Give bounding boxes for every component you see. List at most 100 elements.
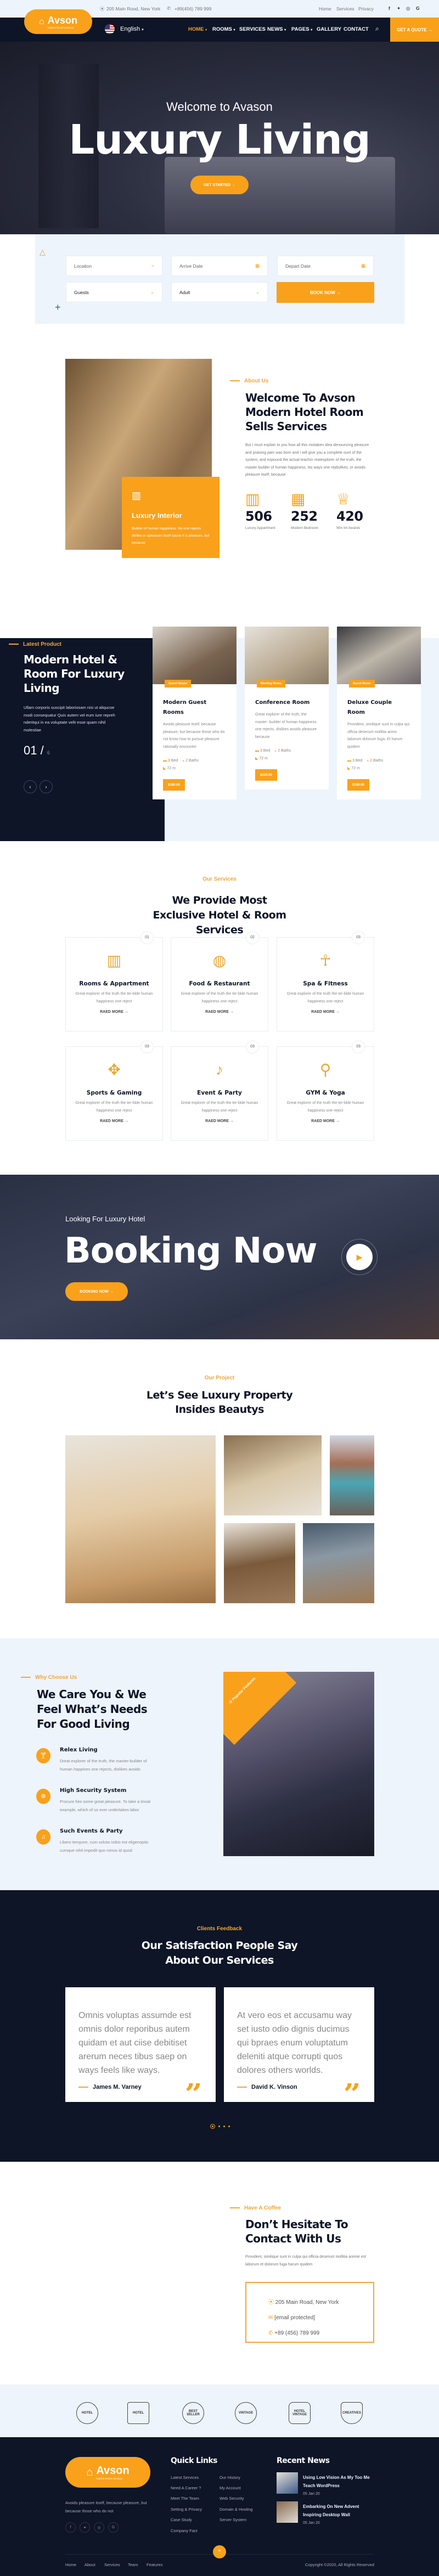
room-card[interactable]: Guest House Modern Guest Rooms Avoids pl… [153, 627, 237, 799]
service-title: Rooms & Appartment [79, 980, 149, 987]
news-thumbnail[interactable] [277, 2472, 298, 2494]
adult-select[interactable]: Adult ⌄ [171, 282, 268, 302]
room-price-button[interactable]: $180.00 [163, 779, 185, 791]
room-price-button[interactable]: $220.00 [255, 769, 277, 781]
get-started-button[interactable]: GET STARTED → [190, 176, 249, 194]
footer-link[interactable]: Domain & Hosting [219, 2507, 252, 2512]
nav-contact[interactable]: CONTACT [344, 26, 369, 32]
nav-pages[interactable]: PAGES ▾ [291, 26, 312, 32]
arrive-placeholder: Arrive Date [179, 263, 203, 269]
footer-bottom-link[interactable]: About [85, 2562, 95, 2567]
brand-logo[interactable]: ⌂ Avson Hotel & Resort Services [24, 9, 92, 34]
nav-news[interactable]: NEWS ▾ [267, 26, 286, 32]
topbar-link-services[interactable]: Services [336, 6, 354, 12]
nav-gallery[interactable]: GALLERY [317, 26, 341, 32]
plate-cutlery-icon: ◍ [212, 952, 227, 969]
google-icon[interactable]: G [416, 5, 420, 11]
read-more-link[interactable]: RAED MORE → [66, 1119, 162, 1123]
search-icon[interactable]: ⌕ [375, 25, 379, 33]
why-choose-section: Why Choose Us We Care You & We Feel What… [0, 1638, 439, 1890]
footer-link[interactable]: Need A Career ? [171, 2485, 201, 2490]
testimonial-card: At vero eos et accusamu way set iusto od… [224, 1987, 374, 2102]
gallery-image[interactable] [224, 1523, 295, 1603]
gallery-image[interactable] [330, 1435, 374, 1515]
gallery-image[interactable] [303, 1523, 374, 1603]
footer-link[interactable]: My Account [219, 2485, 241, 2490]
room-card[interactable]: Meeting Room Conference Room Great explo… [245, 627, 329, 790]
room-title[interactable]: Conference Room [255, 698, 318, 708]
room-card[interactable]: Guest Room Deluxe Couple Room Provident,… [337, 627, 421, 799]
contact-email[interactable]: ✉ [email protected] [268, 2310, 373, 2326]
footer-link[interactable]: Meet The Team [171, 2496, 199, 2501]
topbar-link-home[interactable]: Home [319, 6, 331, 12]
read-more-link[interactable]: RAED MORE → [171, 1010, 268, 1014]
booking-now-button[interactable]: BOOKING NOW → [65, 1282, 128, 1301]
google-icon[interactable]: G [108, 2522, 119, 2533]
service-card[interactable]: 01 ▥ Rooms & Appartment Great explorer of t… [65, 931, 163, 1031]
play-video-button[interactable]: ▶ [341, 1239, 378, 1275]
read-more-link[interactable]: RAED MORE → [277, 1119, 374, 1123]
topbar-link-privacy[interactable]: Privacy [358, 6, 374, 12]
service-card[interactable]: 03 ☥ Spa & Fitness Great explorer of the tr… [277, 931, 374, 1031]
news-thumbnail[interactable] [277, 2501, 298, 2523]
location-placeholder: Location [74, 263, 92, 269]
footer-link[interactable]: Web Security [219, 2496, 244, 2501]
gallery-image[interactable] [65, 1435, 216, 1603]
facebook-icon[interactable]: f [389, 5, 390, 11]
room-text: Avoids pleasure itself, because pleasure… [163, 723, 225, 749]
language-selector[interactable]: English ▾ [120, 26, 144, 32]
footer-link[interactable]: Latest Services [171, 2475, 199, 2480]
get-a-quote-button[interactable]: GET A QUOTE → [390, 18, 439, 42]
depart-date-input[interactable]: Depart Date ▦ [277, 256, 374, 276]
service-card[interactable]: 03 ✥ Sports & Gaming Great explorer of the … [65, 1040, 163, 1141]
nav-home[interactable]: HOME ▾ [188, 26, 207, 32]
carousel-dot-active[interactable] [210, 2124, 215, 2129]
service-number: 03 [352, 931, 365, 944]
scroll-to-top-button[interactable]: ⌃ [213, 2545, 226, 2558]
twitter-icon[interactable]: ✦ [80, 2522, 90, 2533]
about-text: But I must explain to you how all this m… [245, 443, 369, 477]
footer-link[interactable]: Our History [219, 2475, 240, 2480]
read-more-link[interactable]: RAED MORE → [171, 1119, 268, 1123]
read-more-link[interactable]: RAED MORE → [277, 1010, 374, 1014]
nav-services[interactable]: SERVICES [239, 26, 266, 32]
carousel-dot[interactable] [223, 2126, 225, 2127]
footer-link[interactable]: Server System [219, 2517, 246, 2522]
footer-link[interactable]: Setting & Privacy [171, 2507, 202, 2512]
footer-bottom-link[interactable]: Services [104, 2562, 120, 2567]
service-card[interactable]: 03 ⚲ GYM & Yoga Great explorer of the truth… [277, 1040, 374, 1141]
bath-count: 2 Baths [370, 759, 383, 763]
footer-bottom-link[interactable]: Team [128, 2562, 138, 2567]
contact-phone[interactable]: ✆ +89 (456) 789 999 [268, 2326, 373, 2341]
read-more-link[interactable]: RAED MORE → [66, 1010, 162, 1014]
twitter-icon[interactable]: ✦ [397, 5, 401, 12]
room-title[interactable]: Modern Guest Rooms [163, 698, 226, 718]
news-title[interactable]: Embarking On New Advent Inspiring Deskto… [303, 2502, 374, 2519]
news-title[interactable]: Using Low Vision As My Too Me Teach Word… [303, 2473, 374, 2490]
arrive-date-input[interactable]: Arrive Date ▦ [171, 256, 268, 276]
location-input[interactable]: Location ⌕ [66, 256, 162, 276]
project-label: Our Project [204, 1375, 235, 1381]
room-title[interactable]: Deluxe Couple Room [347, 698, 410, 718]
facebook-icon[interactable]: f [65, 2522, 76, 2533]
footer-bottom-link[interactable]: Home [65, 2562, 76, 2567]
instagram-icon[interactable]: ◎ [406, 5, 410, 12]
footer-link[interactable]: Case Study [171, 2517, 192, 2522]
carousel-dot[interactable] [228, 2126, 230, 2127]
chevron-down-icon: ▾ [142, 28, 144, 32]
next-slide-button[interactable]: › [40, 780, 53, 793]
service-card[interactable]: 02 ◍ Food & Restaurant Great explorer of th… [171, 931, 268, 1031]
link-text: RAED MORE [205, 1119, 229, 1123]
book-now-button[interactable]: BOOK NOW → [277, 282, 374, 303]
footer-logo[interactable]: ⌂ Avson Hotel & Resort Services [65, 2457, 150, 2488]
instagram-icon[interactable]: ◎ [94, 2522, 104, 2533]
service-card[interactable]: 03 ♪ Event & Party Great explorer of the tr… [171, 1040, 268, 1141]
nav-rooms[interactable]: ROOMS ▾ [212, 26, 235, 32]
gallery-image[interactable] [224, 1435, 322, 1515]
carousel-dot[interactable] [218, 2126, 220, 2127]
footer-bottom-link[interactable]: Features [147, 2562, 163, 2567]
prev-slide-button[interactable]: ‹ [24, 780, 37, 793]
guests-select[interactable]: Guests ⌄ [66, 282, 162, 302]
room-price-button[interactable]: $199.00 [347, 779, 369, 791]
footer-link[interactable]: Company Fact [171, 2528, 198, 2533]
